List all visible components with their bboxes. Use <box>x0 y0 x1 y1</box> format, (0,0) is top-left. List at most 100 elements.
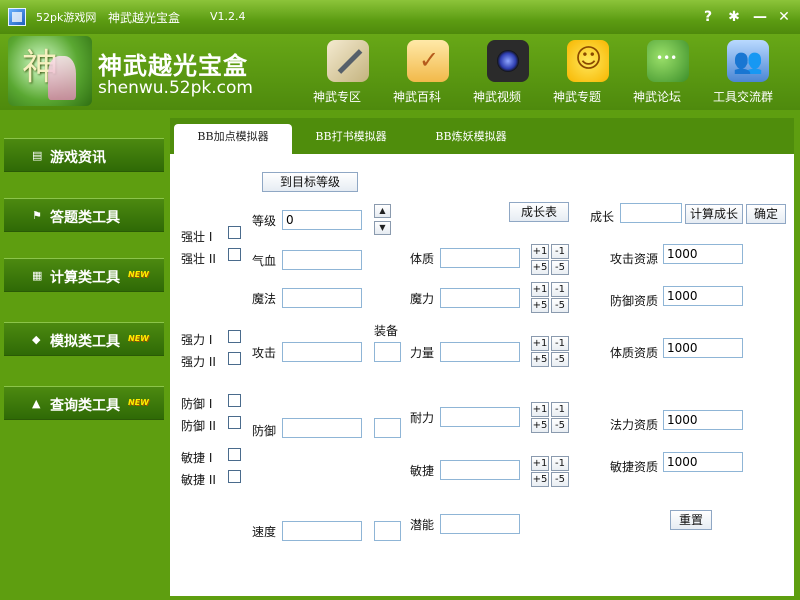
str-plus1-button[interactable]: +1 <box>531 336 549 351</box>
mag-apt-input[interactable]: 1000 <box>663 410 743 430</box>
app-icon <box>8 8 26 26</box>
title-bar: 52pk游戏网 神武越光宝盒 V1.2.4 ? ✱ — ✕ <box>0 0 800 34</box>
str-label: 力量 <box>410 346 435 360</box>
str-plus5-button[interactable]: +5 <box>531 352 549 367</box>
level-down-arrow[interactable]: ▼ <box>374 221 391 235</box>
minimize-button[interactable]: — <box>750 7 770 27</box>
reset-button[interactable]: 重置 <box>670 510 712 530</box>
def1-label: 防御 I <box>181 397 213 411</box>
sidebar-item-label: 模拟类工具 <box>50 334 120 350</box>
con-label: 体质 <box>410 252 435 266</box>
nav-shenwu-video[interactable]: 神武视频 <box>473 40 543 106</box>
agi1-label: 敏捷 I <box>181 451 213 465</box>
spd-field[interactable] <box>282 521 362 541</box>
simulator-panel: 到目标等级 等级 0 ▲ ▼ 强壮 I 强壮 II 强力 I 强力 II 防御 … <box>170 154 794 596</box>
agi1-checkbox[interactable] <box>228 448 241 461</box>
agi-apt-label: 敏捷资质 <box>610 460 659 474</box>
end-plus1-button[interactable]: +1 <box>531 402 549 417</box>
logo-image <box>8 36 92 106</box>
help-button[interactable]: ? <box>698 7 718 27</box>
def2-checkbox[interactable] <box>228 416 241 429</box>
con-minus5-button[interactable]: -5 <box>551 260 569 275</box>
nav-tool-group[interactable]: 工具交流群 <box>713 40 783 106</box>
con-apt-label: 体质资质 <box>610 346 659 360</box>
settings-button[interactable]: ✱ <box>724 7 744 27</box>
new-badge: NEW <box>128 334 149 343</box>
agi-minus1-button[interactable]: -1 <box>551 456 569 471</box>
atk-equip-field[interactable] <box>374 342 401 362</box>
growth-input[interactable] <box>620 203 682 223</box>
nav-label: 神武专区 <box>313 90 362 104</box>
con-plus5-button[interactable]: +5 <box>531 260 549 275</box>
str-minus1-button[interactable]: -1 <box>551 336 569 351</box>
end-field[interactable] <box>440 407 520 427</box>
level-input[interactable]: 0 <box>282 210 362 230</box>
str2-checkbox[interactable] <box>228 248 241 261</box>
agi-field[interactable] <box>440 460 520 480</box>
mag-plus1-button[interactable]: +1 <box>531 282 549 297</box>
end-plus5-button[interactable]: +5 <box>531 418 549 433</box>
con-field[interactable] <box>440 248 520 268</box>
str-field[interactable] <box>440 342 520 362</box>
atk-field[interactable] <box>282 342 362 362</box>
agi-plus1-button[interactable]: +1 <box>531 456 549 471</box>
tab-bb-refine[interactable]: BB炼妖模拟器 <box>416 124 526 154</box>
sidebar-item-game-news[interactable]: ▤ 游戏资讯 <box>4 138 164 172</box>
def-equip-field[interactable] <box>374 418 401 438</box>
calc-growth-button[interactable]: 计算成长 <box>685 204 743 224</box>
pot-field[interactable] <box>440 514 520 534</box>
sword-icon <box>327 40 369 82</box>
mag-minus5-button[interactable]: -5 <box>551 298 569 313</box>
def-field[interactable] <box>282 418 362 438</box>
mag-minus1-button[interactable]: -1 <box>551 282 569 297</box>
agi2-checkbox[interactable] <box>228 470 241 483</box>
hp-field[interactable] <box>282 250 362 270</box>
growth-table-button[interactable]: 成长表 <box>509 202 569 222</box>
end-minus1-button[interactable]: -1 <box>551 402 569 417</box>
target-level-button[interactable]: 到目标等级 <box>262 172 358 192</box>
con-apt-input[interactable]: 1000 <box>663 338 743 358</box>
spd-equip-field[interactable] <box>374 521 401 541</box>
confirm-button[interactable]: 确定 <box>746 204 786 224</box>
def2-label: 防御 II <box>181 419 216 433</box>
new-badge: NEW <box>128 270 149 279</box>
camera-icon <box>487 40 529 82</box>
sidebar-item-calc-tools[interactable]: ▦ 计算类工具 NEW <box>4 258 164 292</box>
mp-label: 魔法 <box>252 292 277 306</box>
tab-bb-skills[interactable]: BB打书模拟器 <box>296 124 406 154</box>
con-minus1-button[interactable]: -1 <box>551 244 569 259</box>
level-label: 等级 <box>252 214 277 228</box>
mag-field[interactable] <box>440 288 520 308</box>
mp-field[interactable] <box>282 288 362 308</box>
end-minus5-button[interactable]: -5 <box>551 418 569 433</box>
pow1-checkbox[interactable] <box>228 330 241 343</box>
brand-url: shenwu.52pk.com <box>98 78 253 98</box>
atk-apt-input[interactable]: 1000 <box>663 244 743 264</box>
nav-shenwu-topic[interactable]: 神武专题 <box>553 40 623 106</box>
agi-minus5-button[interactable]: -5 <box>551 472 569 487</box>
agi-apt-input[interactable]: 1000 <box>663 452 743 472</box>
pow2-checkbox[interactable] <box>228 352 241 365</box>
level-up-arrow[interactable]: ▲ <box>374 204 391 218</box>
con-plus1-button[interactable]: +1 <box>531 244 549 259</box>
new-badge: NEW <box>128 398 149 407</box>
agi-plus5-button[interactable]: +5 <box>531 472 549 487</box>
nav-shenwu-forum[interactable]: 神武论坛 <box>633 40 703 106</box>
news-icon: ▤ <box>32 149 43 162</box>
mag-plus5-button[interactable]: +5 <box>531 298 549 313</box>
brand-title: 神武越光宝盒 <box>98 52 248 80</box>
sidebar-item-sim-tools[interactable]: ◆ 模拟类工具 NEW <box>4 322 164 356</box>
sidebar-item-query-tools[interactable]: ▲ 查询类工具 NEW <box>4 386 164 420</box>
tab-bb-points[interactable]: BB加点模拟器 <box>174 124 292 154</box>
def1-checkbox[interactable] <box>228 394 241 407</box>
def-apt-input[interactable]: 1000 <box>663 286 743 306</box>
atk-apt-label: 攻击资源 <box>610 252 659 266</box>
str1-checkbox[interactable] <box>228 226 241 239</box>
nav-shenwu-zone[interactable]: 神武专区 <box>313 40 383 106</box>
nav-shenwu-wiki[interactable]: 神武百科 <box>393 40 463 106</box>
str-minus5-button[interactable]: -5 <box>551 352 569 367</box>
sidebar-item-quiz-tools[interactable]: ⚑ 答题类工具 <box>4 198 164 232</box>
tab-bar: BB加点模拟器 BB打书模拟器 BB炼妖模拟器 <box>170 118 794 154</box>
close-button[interactable]: ✕ <box>774 7 794 27</box>
calculator-icon: ▦ <box>32 269 43 282</box>
